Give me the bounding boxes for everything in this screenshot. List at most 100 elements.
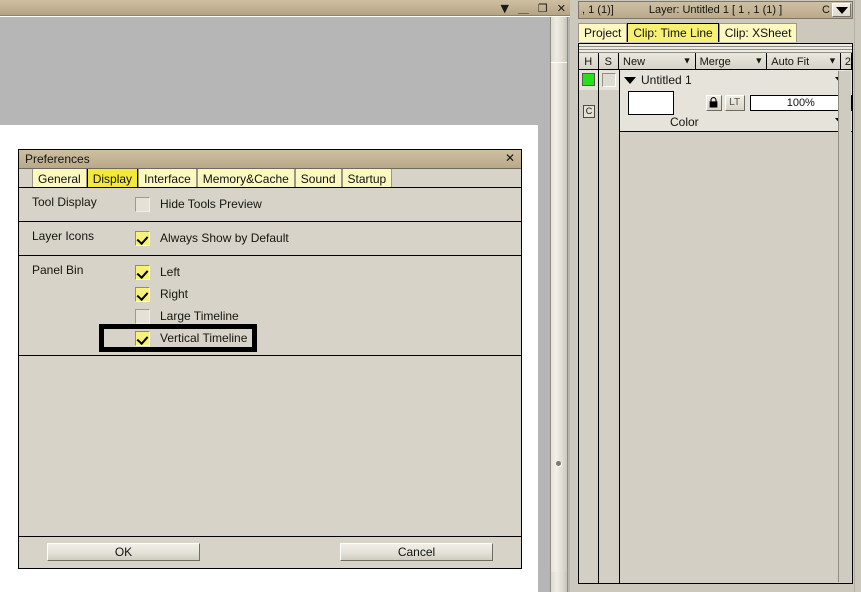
option-hide-tools-preview[interactable]: Hide Tools Preview (135, 193, 521, 215)
column-header-new-label: New (623, 55, 646, 68)
right-dock-panel: , 1 (1)] Layer: Untitled 1 [ 1 , 1 (1) ]… (570, 0, 861, 592)
layer-color-swatch[interactable] (628, 90, 674, 115)
checkbox-vertical-timeline[interactable] (135, 330, 150, 346)
layer-visibility-indicator[interactable] (582, 73, 595, 86)
tab-sound[interactable]: Sound (294, 169, 342, 187)
grid-column-headers: H S New ▼ Merge ▼ Auto Fit ▼ 2 (579, 53, 852, 70)
pref-row-label: Panel Bin (32, 263, 84, 277)
checkbox-layer-select[interactable] (602, 73, 616, 87)
page-title: Preferences (25, 152, 90, 166)
pref-row-label: Tool Display (32, 195, 97, 209)
layer-name-label: Untitled 1 (641, 73, 692, 87)
right-panel-tabbar: Project Clip: Time Line Clip: XSheet (578, 23, 853, 42)
tab-clip-time-line[interactable]: Clip: Time Line (627, 23, 719, 42)
option-vertical-timeline[interactable]: Vertical Timeline (99, 324, 521, 352)
option-large-timeline[interactable]: Large Timeline (135, 305, 521, 327)
app-titlebar: ▼ ＿ ❐ ✕ (0, 0, 570, 16)
checkbox-hide-tools-preview[interactable] (135, 196, 150, 212)
scrollbar-thumb[interactable] (551, 62, 567, 572)
titlebar-title: Layer: Untitled 1 [ 1 , 1 (1) ] (648, 4, 783, 16)
pref-row-layer-icons: Layer Icons Always Show by Default (19, 222, 521, 256)
tab-startup[interactable]: Startup (341, 169, 393, 187)
pref-row-options: Always Show by Default (135, 222, 521, 255)
checkbox-left[interactable] (135, 264, 150, 280)
column-header-auto-fit[interactable]: Auto Fit ▼ (767, 53, 841, 69)
chevron-down-icon (835, 6, 848, 14)
vertical-scrollbar[interactable] (550, 17, 568, 592)
tab-display[interactable]: Display (86, 169, 139, 187)
preferences-footer: OK Cancel (19, 536, 521, 568)
pref-row-options: Left Right Large Timeline Vertical Timel… (99, 256, 521, 355)
layer-panel-titlebar: , 1 (1)] Layer: Untitled 1 [ 1 , 1 (1) ]… (578, 1, 853, 19)
tab-memory-cache[interactable]: Memory&Cache (196, 169, 295, 187)
option-label: Left (160, 265, 181, 279)
pref-row-panel-bin: Panel Bin Left Right Large Timeline Vert… (19, 256, 521, 356)
lock-icon-button[interactable] (705, 94, 722, 111)
column-header-new[interactable]: New ▼ (619, 53, 696, 69)
checkbox-large-timeline[interactable] (135, 308, 150, 324)
menu-caret-icon[interactable]: ▼ (500, 3, 508, 14)
option-label: Large Timeline (160, 309, 239, 323)
column-h-cells: C (579, 70, 599, 583)
lt-toggle-button[interactable]: LT (724, 94, 745, 111)
restore-icon[interactable]: ❐ (538, 3, 548, 14)
chevron-down-icon[interactable]: ▼ (683, 56, 692, 66)
option-label: Always Show by Default (160, 231, 289, 245)
preferences-body: Tool Display Hide Tools Preview Layer Ic… (19, 188, 521, 558)
tab-project[interactable]: Project (578, 23, 628, 42)
blend-mode-label: Color (670, 115, 699, 129)
tab-general[interactable]: General (32, 169, 87, 187)
gray-canvas-area (0, 17, 538, 125)
lock-icon (709, 97, 718, 108)
layer-header: Untitled 1 (620, 70, 852, 90)
tab-clip-xsheet[interactable]: Clip: XSheet (718, 23, 798, 42)
pref-row-tool-display: Tool Display Hide Tools Preview (19, 188, 521, 222)
main-application-window: ▼ ＿ ❐ ✕ Preferences ✕ General Display In… (0, 0, 570, 592)
preferences-dialog: Preferences ✕ General Display Interface … (18, 149, 522, 569)
expand-collapse-icon[interactable] (624, 76, 636, 84)
layer-row: Untitled 1 LT 100% Color (620, 70, 852, 132)
option-right[interactable]: Right (135, 283, 521, 305)
column-header-s[interactable]: S (598, 53, 620, 69)
scrollbar-grip-dot (556, 461, 561, 466)
minimize-icon[interactable]: ＿ (518, 3, 529, 14)
cancel-button[interactable]: Cancel (340, 543, 493, 561)
layer-blend-mode-row[interactable]: Color (620, 113, 852, 131)
grid-body: C Untitled 1 LT 100% Color (579, 70, 852, 583)
opacity-field[interactable]: 100% (749, 94, 852, 111)
preferences-tabbar: General Display Interface Memory&Cache S… (19, 169, 521, 188)
layer-controls: LT 100% (620, 90, 852, 115)
column-s-cells (599, 70, 620, 583)
column-layer-details: Untitled 1 LT 100% Color (620, 70, 852, 583)
column-header-merge-label: Merge (699, 55, 731, 68)
checkbox-right[interactable] (135, 286, 150, 302)
grid-toolbar-rules (579, 44, 852, 53)
titlebar-right-text: C (822, 4, 830, 16)
chevron-down-icon[interactable]: ▼ (754, 56, 763, 66)
option-label: Right (160, 287, 189, 301)
column-header-auto-fit-label: Auto Fit (771, 55, 810, 68)
camera-stand-toggle-button[interactable]: C (583, 105, 595, 118)
right-panel-edge (854, 0, 861, 592)
column-header-extra[interactable]: 2 (840, 53, 852, 69)
option-label: Hide Tools Preview (160, 197, 262, 211)
option-label: Vertical Timeline (160, 331, 248, 345)
close-icon[interactable]: ✕ (557, 3, 566, 14)
panel-menu-button[interactable] (832, 3, 851, 17)
column-header-h[interactable]: H (579, 53, 599, 69)
ok-button[interactable]: OK (47, 543, 200, 561)
tab-interface[interactable]: Interface (138, 169, 197, 187)
pref-row-options: Hide Tools Preview (135, 188, 521, 221)
checkbox-always-show-by-default[interactable] (135, 230, 150, 246)
grid-vertical-scrollbar[interactable] (838, 71, 851, 582)
pref-row-label: Layer Icons (32, 229, 95, 243)
screen: ▼ ＿ ❐ ✕ Preferences ✕ General Display In… (0, 0, 861, 592)
preferences-titlebar: Preferences ✕ (19, 150, 521, 169)
chevron-down-icon[interactable]: ▼ (828, 56, 837, 66)
option-always-show-by-default[interactable]: Always Show by Default (135, 227, 521, 249)
column-header-merge[interactable]: Merge ▼ (695, 53, 768, 69)
window-controls: ▼ ＿ ❐ ✕ (500, 0, 566, 16)
option-left[interactable]: Left (135, 261, 521, 283)
close-icon[interactable]: ✕ (505, 151, 515, 165)
timeline-grid: H S New ▼ Merge ▼ Auto Fit ▼ 2 C Untitle… (578, 43, 853, 584)
